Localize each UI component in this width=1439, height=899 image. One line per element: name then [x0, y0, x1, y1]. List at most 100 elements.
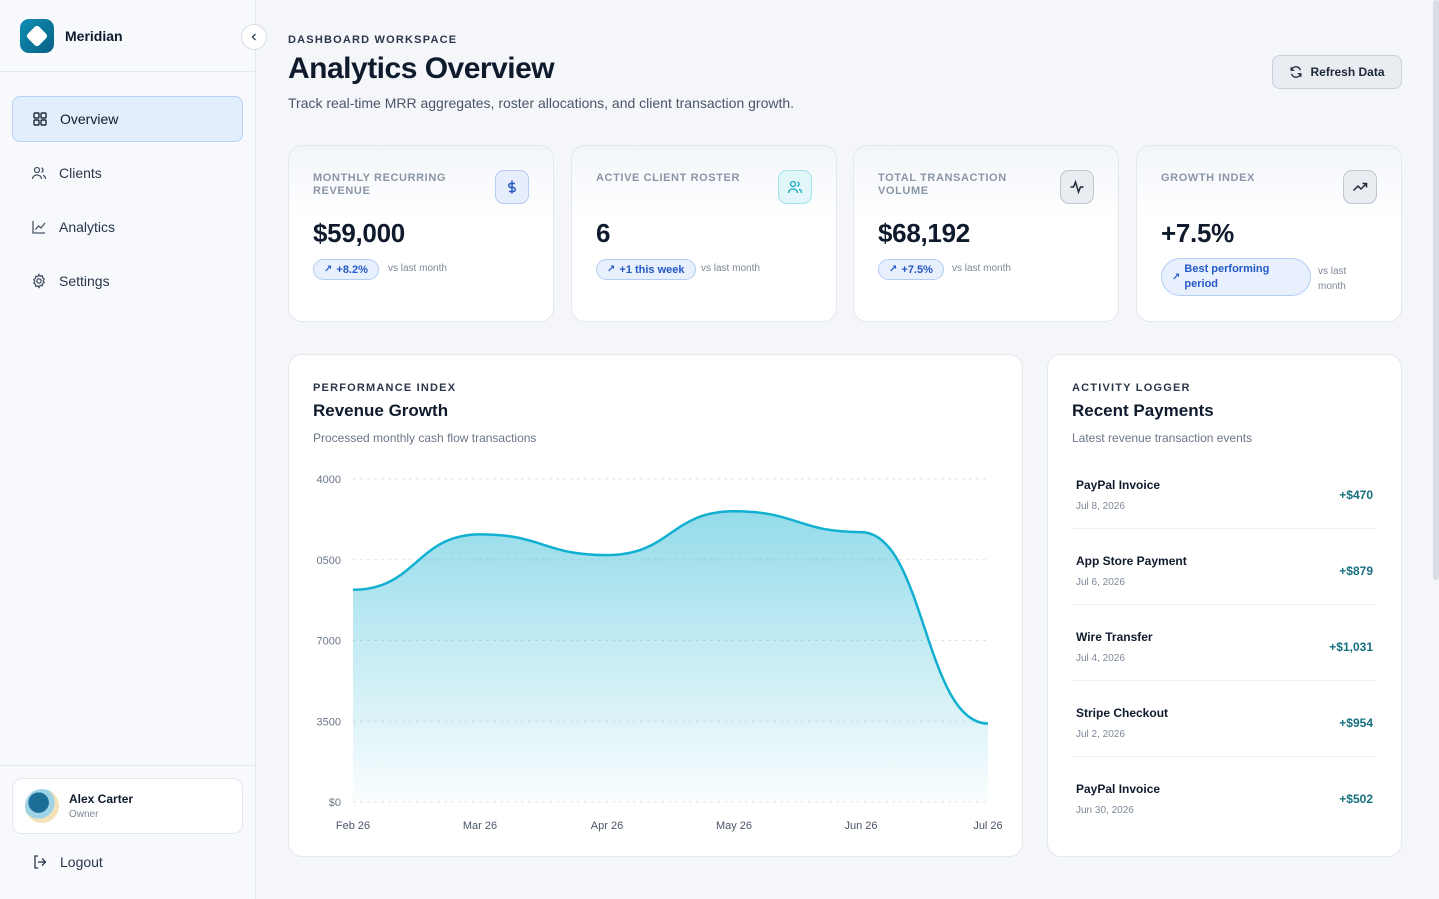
- line-chart-icon: [31, 219, 47, 235]
- x-tick-label: Feb 26: [336, 820, 370, 832]
- kpi-label: ACTIVE CLIENT ROSTER: [596, 172, 741, 184]
- user-role: Owner: [69, 809, 99, 820]
- kpi-value: +7.5%: [1161, 218, 1234, 248]
- sidebar-item-label: Analytics: [59, 219, 116, 235]
- x-tick-label: Jul 26: [973, 820, 1002, 832]
- kpi-trend-badge: ↗ +1 this week: [596, 259, 696, 280]
- arrow-up-right-icon: ↗: [1172, 271, 1181, 283]
- sidebar-item-label: Clients: [59, 165, 102, 181]
- users-icon: [778, 170, 812, 204]
- kpi-note: vs last month: [1318, 266, 1347, 292]
- main-content: DASHBOARD WORKSPACE Analytics Overview T…: [256, 0, 1439, 899]
- avatar: [25, 789, 59, 823]
- refresh-data-button[interactable]: Refresh Data: [1272, 55, 1402, 89]
- y-tick-label: 4000: [317, 474, 341, 486]
- payment-date: Jul 8, 2026: [1076, 501, 1125, 512]
- kpi-label: TOTAL TRANSACTION VOLUME: [878, 172, 1007, 197]
- payment-name: Stripe Checkout: [1076, 706, 1169, 720]
- payment-date: Jul 6, 2026: [1076, 577, 1125, 588]
- brand-logo: [20, 18, 54, 53]
- logout-icon: [34, 855, 47, 869]
- payment-amount: +$470: [1339, 488, 1373, 502]
- page-subtitle: Track real-time MRR aggregates, roster a…: [288, 95, 795, 111]
- brand[interactable]: Meridian: [0, 0, 255, 72]
- collapse-sidebar-button[interactable]: [241, 24, 267, 50]
- sidebar-item-label: Overview: [60, 111, 119, 127]
- payment-row[interactable]: Stripe Checkout Jul 2, 2026 +$954: [1072, 699, 1377, 757]
- payment-amount: +$1,031: [1329, 640, 1373, 654]
- sidebar-item-analytics[interactable]: Analytics: [12, 204, 243, 250]
- kpi-trend-badge: ↗ Best performing period: [1161, 258, 1311, 296]
- brand-name: Meridian: [65, 27, 123, 44]
- grid-icon: [32, 111, 48, 127]
- dollar-icon: [495, 170, 529, 204]
- y-tick-label: 7000: [317, 636, 341, 648]
- sidebar: Meridian Overview Clients Analytics Sett…: [0, 0, 256, 899]
- kpi-label: MONTHLY RECURRING REVENUE: [313, 172, 447, 197]
- x-tick-label: May 26: [716, 820, 752, 832]
- payment-date: Jul 4, 2026: [1076, 653, 1125, 664]
- sidebar-item-clients[interactable]: Clients: [12, 150, 243, 196]
- page-title: Analytics Overview: [288, 52, 555, 85]
- sidebar-item-settings[interactable]: Settings: [12, 258, 243, 304]
- payment-name: Wire Transfer: [1076, 630, 1153, 644]
- panel-title: Recent Payments: [1072, 401, 1214, 420]
- payment-name: PayPal Invoice: [1076, 478, 1161, 492]
- payment-row[interactable]: PayPal Invoice Jul 8, 2026 +$470: [1072, 471, 1377, 529]
- activity-icon: [1060, 170, 1094, 204]
- kpi-value: $59,000: [313, 218, 405, 248]
- user-card[interactable]: Alex Carter Owner: [12, 778, 243, 834]
- kpi-trend-badge: ↗ +7.5%: [878, 259, 944, 280]
- payment-row[interactable]: Wire Transfer Jul 4, 2026 +$1,031: [1072, 623, 1377, 681]
- page-eyebrow: DASHBOARD WORKSPACE: [288, 34, 458, 46]
- chevron-left-icon: [251, 33, 256, 41]
- payment-date: Jul 2, 2026: [1076, 729, 1125, 740]
- payment-date: Jun 30, 2026: [1076, 805, 1134, 816]
- refresh-label: Refresh Data: [1310, 65, 1385, 79]
- payment-amount: +$502: [1339, 792, 1373, 806]
- logout-button[interactable]: Logout: [32, 854, 103, 870]
- kpi-card-volume: TOTAL TRANSACTION VOLUME $68,192 ↗ +7.5% …: [853, 145, 1119, 322]
- user-name: Alex Carter: [69, 792, 134, 806]
- arrow-up-right-icon: ↗: [889, 264, 898, 275]
- payment-row[interactable]: App Store Payment Jul 6, 2026 +$879: [1072, 547, 1377, 605]
- x-tick-label: Jun 26: [844, 820, 877, 832]
- sidebar-footer: Alex Carter Owner Logout: [0, 765, 255, 899]
- sidebar-nav: Overview Clients Analytics Settings: [12, 96, 243, 312]
- payment-amount: +$879: [1339, 564, 1373, 578]
- payment-name: App Store Payment: [1076, 554, 1187, 568]
- kpi-card-mrr: MONTHLY RECURRING REVENUE $59,000 ↗ +8.2%…: [288, 145, 554, 322]
- kpi-value: $68,192: [878, 218, 970, 248]
- recent-payments-panel: ACTIVITY LOGGER Recent Payments Latest r…: [1047, 354, 1402, 857]
- arrow-up-right-icon: ↗: [324, 264, 333, 275]
- kpi-note: vs last month: [701, 263, 760, 274]
- payment-name: PayPal Invoice: [1076, 782, 1161, 796]
- users-icon: [31, 165, 47, 181]
- logout-label: Logout: [60, 854, 103, 870]
- kpi-card-clients: ACTIVE CLIENT ROSTER 6 ↗ +1 this week vs …: [571, 145, 837, 322]
- kpi-value: 6: [596, 218, 611, 248]
- kpi-trend-badge: ↗ +8.2%: [313, 259, 379, 280]
- area-fill: [353, 511, 988, 802]
- x-tick-label: Apr 26: [591, 820, 623, 832]
- kpi-note: vs last month: [952, 263, 1011, 274]
- revenue-area-chart[interactable]: $0 3500 7000 0500 4000 Feb 26 Mar 26 Apr 26 May …: [289, 355, 1023, 857]
- y-tick-label: 0500: [317, 555, 341, 567]
- refresh-icon: [1291, 66, 1302, 78]
- sidebar-item-label: Settings: [59, 273, 110, 289]
- kpi-note: vs last month: [388, 263, 447, 274]
- y-tick-label: $0: [329, 797, 341, 809]
- panel-subtitle: Latest revenue transaction events: [1072, 431, 1253, 445]
- kpi-label: GROWTH INDEX: [1161, 172, 1255, 184]
- payment-amount: +$954: [1339, 716, 1373, 730]
- x-tick-label: Mar 26: [463, 820, 497, 832]
- trending-up-icon: [1343, 170, 1377, 204]
- page-scrollbar[interactable]: [1433, 0, 1439, 580]
- sidebar-item-overview[interactable]: Overview: [12, 96, 243, 142]
- revenue-growth-panel: PERFORMANCE INDEX Revenue Growth Process…: [288, 354, 1023, 857]
- kpi-card-growth: GROWTH INDEX +7.5% ↗ Best performing per…: [1136, 145, 1402, 322]
- panel-eyebrow: ACTIVITY LOGGER: [1072, 382, 1191, 394]
- payment-row[interactable]: PayPal Invoice Jun 30, 2026 +$502: [1072, 775, 1377, 833]
- arrow-up-right-icon: ↗: [607, 264, 616, 275]
- y-tick-label: 3500: [317, 716, 341, 728]
